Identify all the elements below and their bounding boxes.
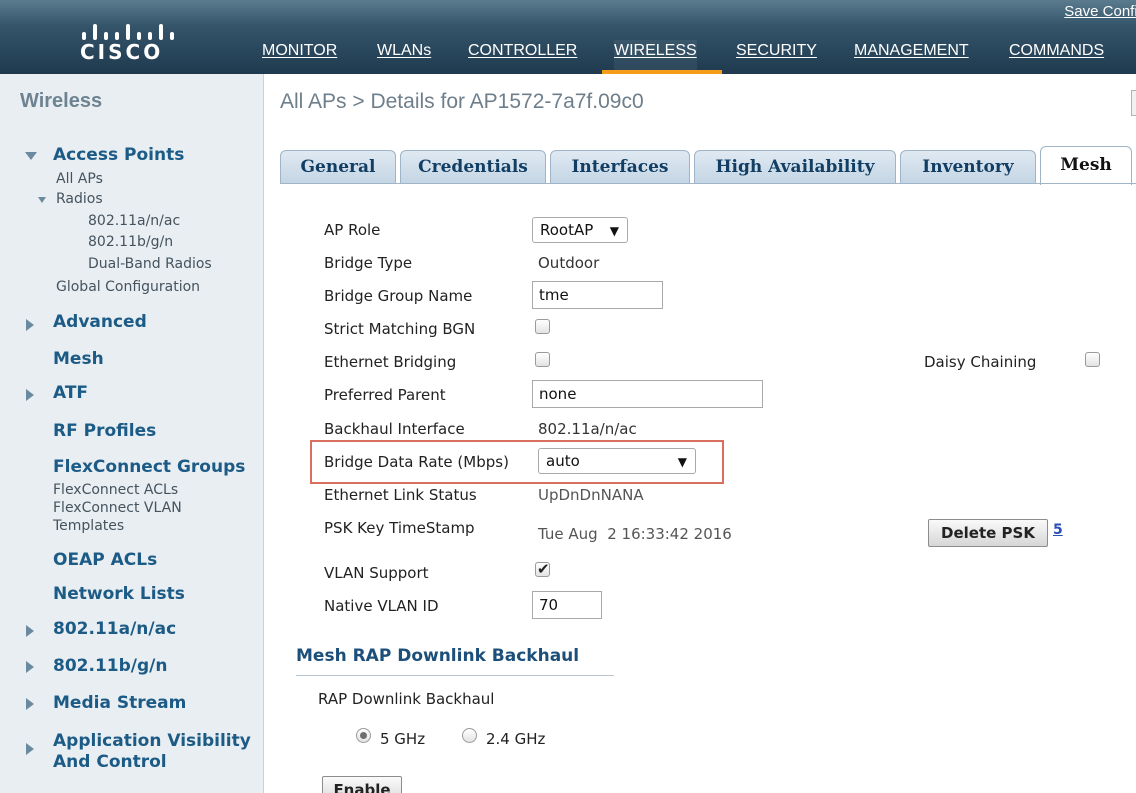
ap-role-label: AP Role xyxy=(324,221,381,239)
check-icon: ✔ xyxy=(537,560,550,578)
nav-controller[interactable]: CONTROLLER xyxy=(468,40,577,74)
sidebar-item-atf[interactable]: ATF xyxy=(53,383,88,403)
sidebar-item-802-11b[interactable]: 802.11b/g/n xyxy=(53,656,167,676)
sidebar-item-global-config[interactable]: Global Configuration xyxy=(56,279,200,295)
triangle-right-icon[interactable] xyxy=(26,743,34,755)
rap-downlink-backhaul-label: RAP Downlink Backhaul xyxy=(318,690,495,708)
save-config-link[interactable]: Save Config xyxy=(1064,3,1136,20)
tab-mesh[interactable]: Mesh xyxy=(1040,146,1132,185)
tab-interfaces[interactable]: Interfaces xyxy=(550,150,690,184)
caret-down-icon: ▼ xyxy=(677,455,687,469)
nav-active-indicator xyxy=(602,70,722,74)
triangle-down-icon[interactable] xyxy=(38,197,46,203)
ethernet-link-status-value: UpDnDnNANA xyxy=(538,486,644,504)
sidebar-title: Wireless xyxy=(20,90,103,112)
bridge-data-rate-value: auto xyxy=(546,452,580,470)
ethernet-bridging-checkbox[interactable] xyxy=(535,352,550,367)
bridge-type-label: Bridge Type xyxy=(324,254,413,272)
triangle-right-icon[interactable] xyxy=(26,698,34,710)
triangle-right-icon[interactable] xyxy=(26,625,34,637)
back-button[interactable] xyxy=(1131,90,1136,116)
vlan-support-label: VLAN Support xyxy=(324,564,429,582)
daisy-chaining-checkbox[interactable] xyxy=(1085,352,1100,367)
sidebar-item-radios[interactable]: Radios xyxy=(56,191,103,207)
sidebar-item-advanced[interactable]: Advanced xyxy=(53,312,147,332)
sidebar-item-rf-profiles[interactable]: RF Profiles xyxy=(53,421,156,441)
ap-role-select[interactable]: RootAP ▼ xyxy=(532,217,628,243)
triangle-down-icon[interactable] xyxy=(25,152,37,160)
sidebar: Wireless Access Points All APs Radios 80… xyxy=(0,74,264,793)
rap-section-title: Mesh RAP Downlink Backhaul xyxy=(296,646,580,666)
enable-button[interactable]: Enable xyxy=(322,776,402,793)
backhaul-interface-value: 802.11a/n/ac xyxy=(538,420,637,438)
tab-credentials[interactable]: Credentials xyxy=(400,150,546,184)
sidebar-item-dual-band[interactable]: Dual-Band Radios xyxy=(88,256,212,272)
tab-general[interactable]: General xyxy=(280,150,396,184)
tab-divider xyxy=(280,183,1136,184)
logo-text: CISCO xyxy=(80,40,164,64)
backhaul-interface-label: Backhaul Interface xyxy=(324,420,465,438)
psk-key-timestamp-label: PSK Key TimeStamp xyxy=(324,519,475,537)
sidebar-item-network-lists[interactable]: Network Lists xyxy=(53,584,185,604)
delete-psk-button[interactable]: Delete PSK xyxy=(928,519,1048,547)
top-header: CISCO Save Config MONITOR WLANs CONTROLL… xyxy=(0,0,1136,74)
sidebar-item-oeap-acls[interactable]: OEAP ACLs xyxy=(53,550,157,570)
sidebar-item-flexconnect-vlan-templates[interactable]: Templates xyxy=(53,518,124,534)
sidebar-item-mesh[interactable]: Mesh xyxy=(53,349,104,369)
sidebar-item-access-points[interactable]: Access Points xyxy=(53,145,184,165)
native-vlan-id-label: Native VLAN ID xyxy=(324,597,439,615)
triangle-right-icon[interactable] xyxy=(26,661,34,673)
tab-high-availability[interactable]: High Availability xyxy=(694,150,896,184)
sidebar-item-radio-a[interactable]: 802.11a/n/ac xyxy=(88,213,180,229)
sidebar-item-app-visibility-control[interactable]: And Control xyxy=(53,752,167,772)
nav-wlans[interactable]: WLANs xyxy=(377,40,431,74)
nav-management[interactable]: MANAGEMENT xyxy=(854,40,969,74)
bridge-group-name-input[interactable]: tme xyxy=(532,281,663,309)
sidebar-item-flexconnect-groups[interactable]: FlexConnect Groups xyxy=(53,457,245,477)
nav-commands[interactable]: COMMANDS xyxy=(1009,40,1104,74)
radio-2-4ghz[interactable] xyxy=(462,728,477,743)
strict-matching-bgn-checkbox[interactable] xyxy=(535,319,550,334)
strict-matching-bgn-label: Strict Matching BGN xyxy=(324,320,476,338)
nav-monitor[interactable]: MONITOR xyxy=(262,40,337,74)
nav-wireless[interactable]: WIRELESS xyxy=(614,40,697,74)
cisco-logo-icon xyxy=(82,10,182,40)
section-divider xyxy=(296,675,614,676)
cisco-logo: CISCO xyxy=(78,6,188,66)
breadcrumb: All APs > Details for AP1572-7a7f.09c0 xyxy=(280,90,644,113)
radio-5ghz[interactable] xyxy=(356,728,371,743)
radio-5ghz-label: 5 GHz xyxy=(380,730,426,748)
sidebar-item-media-stream[interactable]: Media Stream xyxy=(53,693,186,713)
bridge-group-name-label: Bridge Group Name xyxy=(324,287,473,305)
ap-role-value: RootAP xyxy=(540,221,594,239)
nav-security[interactable]: SECURITY xyxy=(736,40,817,74)
help-link[interactable]: 5 xyxy=(1053,522,1063,538)
native-vlan-id-input[interactable]: 70 xyxy=(532,591,602,619)
daisy-chaining-label: Daisy Chaining xyxy=(924,353,1037,371)
sidebar-item-flexconnect-acls[interactable]: FlexConnect ACLs xyxy=(53,482,178,498)
sidebar-item-app-visibility[interactable]: Application Visibility xyxy=(53,731,251,751)
vlan-support-checkbox[interactable]: ✔ xyxy=(535,560,550,578)
ethernet-link-status-label: Ethernet Link Status xyxy=(324,486,477,504)
preferred-parent-label: Preferred Parent xyxy=(324,386,446,404)
sidebar-item-flexconnect-vlan[interactable]: FlexConnect VLAN xyxy=(53,500,182,516)
sidebar-item-all-aps[interactable]: All APs xyxy=(56,171,103,187)
radio-2-4ghz-label: 2.4 GHz xyxy=(486,730,546,748)
psk-key-timestamp-value: Tue Aug 2 16:33:42 2016 xyxy=(538,525,732,543)
bridge-data-rate-label: Bridge Data Rate (Mbps) xyxy=(324,453,509,471)
triangle-right-icon[interactable] xyxy=(26,389,34,401)
bridge-data-rate-select[interactable]: auto ▼ xyxy=(538,448,696,474)
tab-inventory[interactable]: Inventory xyxy=(900,150,1036,184)
preferred-parent-input[interactable]: none xyxy=(532,380,763,408)
bridge-type-value: Outdoor xyxy=(538,254,600,272)
caret-down-icon: ▼ xyxy=(609,224,619,238)
ethernet-bridging-label: Ethernet Bridging xyxy=(324,353,457,371)
sidebar-item-802-11a[interactable]: 802.11a/n/ac xyxy=(53,619,176,639)
triangle-right-icon[interactable] xyxy=(26,319,34,331)
sidebar-item-radio-b[interactable]: 802.11b/g/n xyxy=(88,234,173,250)
